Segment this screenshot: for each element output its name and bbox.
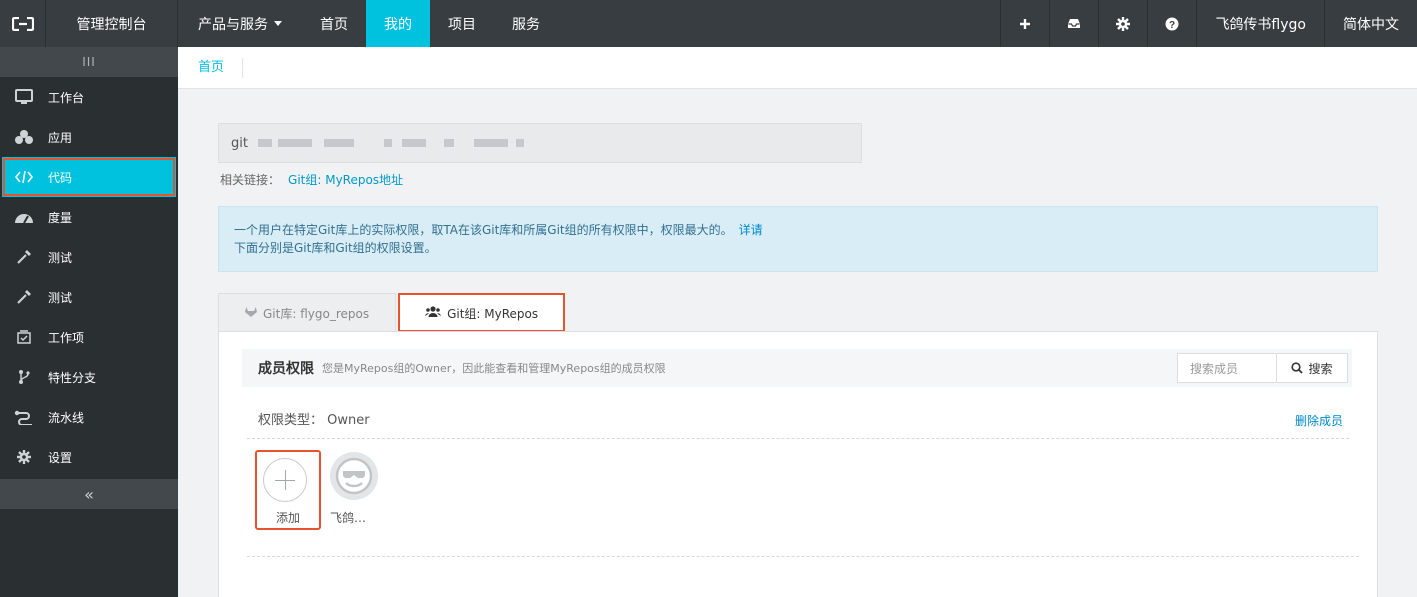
gitlab-icon [245, 306, 257, 320]
redacted-block [443, 139, 454, 147]
search-icon [1291, 362, 1304, 374]
sidebar-item-label: 度量 [48, 210, 73, 225]
tab-label: Git库: flygo_repos [263, 306, 370, 321]
gear-icon [14, 447, 34, 467]
products-label: 产品与服务 [198, 16, 268, 33]
sidebar-item-label: 流水线 [48, 410, 85, 425]
members-title: 成员权限 [258, 361, 314, 377]
permission-tabs: Git库: flygo_repos Git组: MyRepos [218, 293, 1378, 332]
pipeline-icon [14, 407, 34, 427]
divider [247, 438, 1349, 439]
pipette-icon [14, 287, 34, 307]
sidebar: III 工作台 应用 代码 度量 测试 测试 工作项 特性分支 流水线 设置 « [0, 47, 178, 597]
members-header: 成员权限 您是MyRepos组的Owner，因此能查看和管理MyRepos组的成… [242, 349, 1352, 387]
add-member-button[interactable]: 添加 [255, 450, 321, 530]
tab-git-group[interactable]: Git组: MyRepos [398, 293, 566, 332]
search-member-input[interactable]: 搜索成员 [1177, 353, 1277, 383]
top-bar: 管理控制台 产品与服务 首页 我的 项目 服务 ? 飞鸽传书flygo 简体中文 [0, 0, 1417, 47]
redacted-block [277, 139, 312, 147]
sidebar-item-label: 代码 [48, 170, 73, 185]
plus-icon[interactable] [1000, 0, 1049, 47]
sidebar-item-label: 应用 [48, 130, 73, 145]
sidebar-item-metrics[interactable]: 度量 [0, 197, 178, 237]
redacted-block [401, 139, 426, 147]
notice-line-2: 下面分别是Git库和Git组的权限设置。 [234, 241, 437, 255]
inbox-icon[interactable] [1049, 0, 1098, 47]
tab-git-repo[interactable]: Git库: flygo_repos [218, 293, 397, 332]
sidebar-item-label: 工作台 [48, 90, 85, 105]
language-menu[interactable]: 简体中文 [1324, 0, 1417, 47]
notice-line-1: 一个用户在特定Git库上的实际权限，取TA在该Git库和所属Git组的所有权限中… [234, 223, 733, 237]
sidebar-item-label: 工作项 [48, 330, 85, 345]
branch-icon [14, 367, 34, 387]
code-icon [14, 167, 34, 187]
members-description: 您是MyRepos组的Owner，因此能查看和管理MyRepos组的成员权限 [322, 362, 666, 375]
monitor-icon [14, 87, 34, 107]
plus-circle-icon [263, 458, 307, 502]
sidebar-item-pipeline[interactable]: 流水线 [0, 397, 178, 437]
console-link[interactable]: 管理控制台 [46, 0, 178, 47]
git-url-prefix: git [231, 135, 248, 151]
sidebar-item-apps[interactable]: 应用 [0, 117, 178, 157]
user-menu[interactable]: 飞鸽传书flygo [1196, 0, 1324, 47]
redacted-block [257, 139, 272, 147]
sidebar-item-workitems[interactable]: 工作项 [0, 317, 178, 357]
sidebar-item-settings[interactable]: 设置 [0, 437, 178, 477]
search-button-label: 搜索 [1308, 361, 1333, 376]
related-links: 相关链接： Git组: MyRepos地址 [220, 171, 403, 188]
sidebar-item-test-1[interactable]: 测试 [0, 237, 178, 277]
divider [247, 556, 1359, 557]
aliyun-logo-icon[interactable] [0, 0, 46, 47]
nav-services[interactable]: 服务 [494, 0, 558, 47]
related-link-myrepos[interactable]: Git组: MyRepos地址 [288, 173, 403, 187]
member-card[interactable]: 飞鸽… [330, 452, 380, 532]
products-menu[interactable]: 产品与服务 [178, 0, 302, 47]
sidebar-item-feature-branches[interactable]: 特性分支 [0, 357, 178, 397]
related-links-label: 相关链接： [220, 173, 281, 187]
redacted-block [473, 139, 508, 147]
svg-text:?: ? [1169, 20, 1175, 31]
redacted-block [515, 139, 524, 147]
pipette-icon [14, 247, 34, 267]
sidebar-toggle[interactable]: III [0, 47, 178, 77]
sidebar-item-test-2[interactable]: 测试 [0, 277, 178, 317]
member-name: 飞鸽… [330, 511, 367, 525]
member-search: 搜索成员 搜索 [1177, 353, 1348, 383]
permission-type: 权限类型： Owner [258, 413, 370, 428]
breadcrumb: 首页 [178, 47, 1417, 89]
nav-home[interactable]: 首页 [302, 0, 366, 47]
delete-member-link[interactable]: 删除成员 [1295, 412, 1343, 429]
sidebar-item-workbench[interactable]: 工作台 [0, 77, 178, 117]
sidebar-collapse-button[interactable]: « [0, 479, 178, 509]
cubes-icon [14, 127, 34, 147]
git-clone-url[interactable]: git [218, 123, 862, 163]
sidebar-item-code[interactable]: 代码 [2, 157, 176, 197]
nav-projects[interactable]: 项目 [430, 0, 494, 47]
main-content: 首页 git 相关链接： Git组: MyRepos地址 一个用户在特定Git库上… [178, 47, 1417, 597]
users-icon [425, 305, 442, 321]
inbox-check-icon [14, 327, 34, 347]
search-button[interactable]: 搜索 [1277, 353, 1348, 383]
sidebar-item-label: 测试 [48, 250, 73, 265]
members-panel: 成员权限 您是MyRepos组的Owner，因此能查看和管理MyRepos组的成… [218, 331, 1378, 597]
notice-detail-link[interactable]: 详请 [739, 223, 763, 237]
dashboard-icon [14, 207, 34, 227]
sidebar-item-label: 特性分支 [48, 370, 97, 385]
sidebar-item-label: 测试 [48, 290, 73, 305]
breadcrumb-home[interactable]: 首页 [198, 57, 244, 78]
help-icon[interactable]: ? [1147, 0, 1196, 47]
redacted-block [323, 139, 354, 147]
info-notice: 一个用户在特定Git库上的实际权限，取TA在该Git库和所属Git组的所有权限中… [218, 206, 1378, 272]
add-member-label: 添加 [275, 511, 300, 525]
sidebar-item-label: 设置 [48, 450, 73, 465]
gear-icon[interactable] [1098, 0, 1147, 47]
tab-label: Git组: MyRepos [447, 306, 539, 321]
avatar [330, 452, 378, 500]
caret-down-icon [274, 21, 282, 26]
nav-mine[interactable]: 我的 [366, 0, 430, 47]
redacted-block [383, 139, 392, 147]
